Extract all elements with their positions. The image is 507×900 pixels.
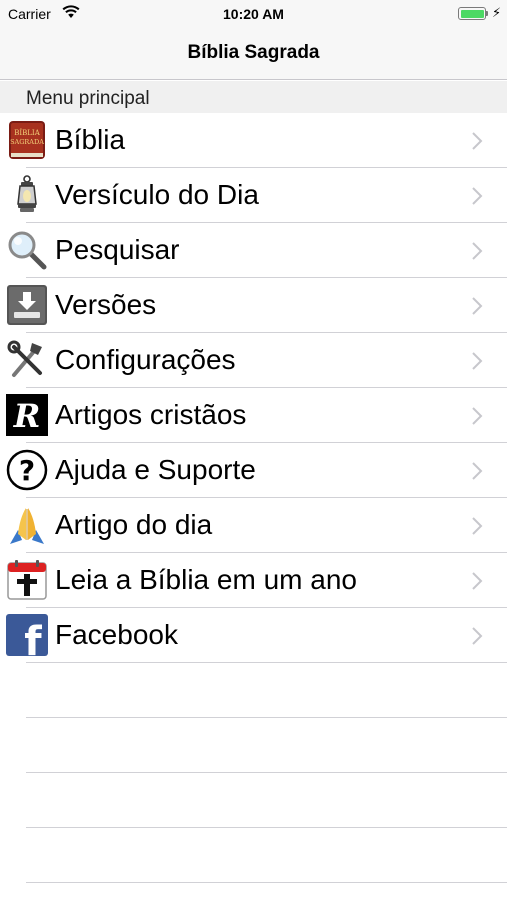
- empty-table-row: [0, 828, 507, 883]
- menu-item-label: Artigos cristãos: [55, 399, 247, 430]
- menu-item-artigos-cristaos[interactable]: R Artigos cristãos: [0, 388, 507, 443]
- bible-book-icon: BÍBLIA SAGRADA: [9, 121, 45, 159]
- lantern-icon: [17, 175, 37, 212]
- facebook-icon: f: [6, 614, 48, 656]
- menu-item-label: Ajuda e Suporte: [55, 454, 256, 485]
- chevron-right-icon: [472, 297, 483, 315]
- chevron-right-icon: [472, 352, 483, 370]
- download-tray-icon: [7, 285, 47, 325]
- menu-item-leia-a-biblia-em-um-ano[interactable]: Leia a Bíblia em um ano: [0, 553, 507, 608]
- menu-item-label: Bíblia: [55, 124, 126, 155]
- praying-hands-icon: [10, 508, 44, 544]
- empty-table-row: [0, 663, 507, 718]
- empty-table-row: [0, 773, 507, 828]
- menu-item-artigo-do-dia[interactable]: Artigo do dia: [0, 498, 507, 553]
- menu-item-facebook[interactable]: f Facebook: [0, 608, 507, 663]
- menu-item-label: Facebook: [55, 619, 178, 650]
- menu-item-label: Versículo do Dia: [55, 179, 259, 210]
- charging-bolt-icon: ⚡: [492, 5, 502, 20]
- chevron-right-icon: [472, 132, 483, 150]
- question-icon: ?: [6, 449, 48, 491]
- chevron-right-icon: [472, 462, 483, 480]
- menu-item-configuracoes[interactable]: Configurações: [0, 333, 507, 388]
- r-logo-icon: R: [6, 394, 48, 436]
- svg-text:f: f: [24, 619, 42, 656]
- menu-item-label: Artigo do dia: [55, 509, 213, 540]
- chevron-right-icon: [472, 187, 483, 205]
- menu-item-pesquisar[interactable]: Pesquisar: [0, 223, 507, 278]
- chevron-right-icon: [472, 627, 483, 645]
- svg-text:R: R: [13, 397, 41, 435]
- navigation-bar: Bíblia Sagrada: [0, 28, 507, 80]
- svg-text:SAGRADA: SAGRADA: [10, 138, 44, 146]
- chevron-right-icon: [472, 407, 483, 425]
- menu-item-label: Configurações: [55, 344, 236, 375]
- menu-item-label: Leia a Bíblia em um ano: [55, 564, 357, 595]
- menu-item-ajuda-e-suporte[interactable]: ? Ajuda e Suporte: [0, 443, 507, 498]
- tools-icon: [7, 340, 42, 377]
- section-title: Menu principal: [26, 88, 150, 109]
- cross-calendar-icon: [7, 560, 47, 600]
- menu-item-label: Versões: [55, 289, 157, 320]
- battery-icon: [458, 7, 486, 20]
- menu-item-biblia[interactable]: BÍBLIA SAGRADA Bíblia: [0, 113, 507, 168]
- chevron-right-icon: [472, 242, 483, 260]
- svg-text:BÍBLIA: BÍBLIA: [14, 128, 40, 137]
- magnifier-icon: [8, 231, 47, 270]
- page-title: Bíblia Sagrada: [187, 42, 320, 63]
- svg-text:?: ?: [19, 454, 35, 487]
- empty-table-row: [0, 718, 507, 773]
- menu-item-label: Pesquisar: [55, 234, 180, 265]
- main-menu-list: BÍBLIA SAGRADA Bíblia Versículo do Dia P…: [0, 113, 507, 883]
- chevron-right-icon: [472, 517, 483, 535]
- status-bar: Carrier 10:20 AM ⚡: [0, 0, 507, 28]
- battery-tip: [486, 11, 488, 16]
- menu-item-versiculo-do-dia[interactable]: Versículo do Dia: [0, 168, 507, 223]
- menu-item-versoes[interactable]: Versões: [0, 278, 507, 333]
- chevron-right-icon: [472, 572, 483, 590]
- section-header: Menu principal: [0, 81, 507, 113]
- status-time: 10:20 AM: [223, 6, 284, 22]
